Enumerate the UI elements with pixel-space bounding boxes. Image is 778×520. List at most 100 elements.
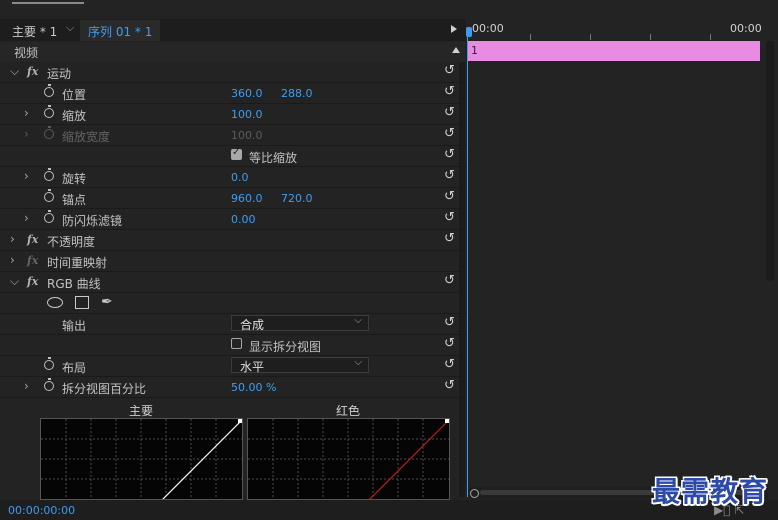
chevron-down-icon[interactable]: ⌵ — [10, 274, 19, 289]
chevron-right-icon[interactable]: › — [10, 253, 15, 267]
stopwatch-icon[interactable] — [44, 84, 54, 97]
chevron-right-icon[interactable]: › — [24, 211, 29, 225]
stopwatch-icon[interactable] — [44, 357, 54, 370]
anchor-y-value[interactable]: 720.0 — [281, 192, 313, 205]
active-panel-indicator — [12, 2, 84, 4]
section-video: 视频 — [0, 42, 466, 62]
chevron-right-icon: › — [24, 127, 29, 141]
reset-icon[interactable]: ↺ — [444, 211, 458, 225]
reset-icon[interactable]: ↺ — [444, 127, 458, 141]
chevron-right-icon[interactable]: › — [24, 169, 29, 183]
stopwatch-icon[interactable] — [44, 189, 54, 202]
reset-icon[interactable]: ↺ — [444, 106, 458, 120]
tab-sequence-clip[interactable]: 序列 01 * 1 — [80, 20, 160, 41]
output-dropdown[interactable]: 合成 ⌵ — [231, 315, 369, 332]
effect-row-motion[interactable]: ⌵ fx 运动 ↺ — [0, 62, 466, 83]
uniform-scale-checkbox[interactable] — [231, 147, 242, 160]
anti-flicker-value[interactable]: 0.00 — [231, 213, 256, 226]
chevron-right-icon[interactable]: › — [10, 232, 15, 246]
timeline-tick — [590, 34, 591, 40]
reset-icon[interactable]: ↺ — [444, 379, 458, 393]
uniform-scale-label: 等比缩放 — [249, 151, 298, 165]
reset-icon[interactable]: ↺ — [444, 169, 458, 183]
property-row-scale: › 缩放 100.0 ↺ — [0, 104, 466, 125]
reset-icon[interactable]: ↺ — [444, 232, 458, 246]
rotation-value[interactable]: 0.0 — [231, 171, 249, 184]
property-label-scale: 缩放 — [62, 109, 87, 123]
timeline-end-time: 00:00 — [730, 22, 762, 35]
reset-icon[interactable]: ↺ — [444, 190, 458, 204]
reset-icon[interactable]: ↺ — [444, 337, 458, 351]
red-curve-graph[interactable] — [247, 418, 450, 500]
master-curve-line — [162, 420, 242, 499]
chevron-right-icon[interactable]: › — [24, 106, 29, 120]
playhead-handle[interactable] — [466, 27, 472, 37]
timeline-vertical-scrollbar[interactable] — [766, 41, 774, 281]
effect-label-time-remap: 时间重映射 — [47, 256, 108, 270]
effect-label-opacity: 不透明度 — [47, 235, 96, 249]
property-row-show-split: 显示拆分视图 ↺ — [0, 335, 466, 356]
layout-dropdown[interactable]: 水平 ⌵ — [231, 357, 369, 374]
timeline-tick — [650, 34, 651, 40]
property-row-anti-flicker: › 防闪烁滤镜 0.00 ↺ — [0, 209, 466, 230]
master-curve-graph[interactable] — [40, 418, 243, 500]
fx-icon: fx — [27, 254, 39, 267]
chevron-right-icon[interactable]: › — [24, 379, 29, 393]
stopwatch-icon[interactable] — [44, 378, 54, 391]
pen-mask-icon[interactable]: ✒ — [101, 294, 113, 310]
chevron-down-icon[interactable]: ⌵ — [66, 21, 74, 35]
zoom-handle-icon[interactable] — [470, 489, 479, 498]
position-x-value[interactable]: 360.0 — [231, 87, 263, 100]
tab-sequence-label: 序列 01 * 1 — [88, 25, 153, 39]
property-label-anchor: 锚点 — [62, 193, 87, 207]
fx-icon[interactable]: fx — [27, 275, 38, 288]
chevron-down-icon[interactable]: ⌵ — [10, 64, 19, 79]
show-split-checkbox[interactable] — [231, 338, 242, 349]
timeline-tick — [710, 34, 711, 40]
timeline-start-time: 00:00 — [472, 22, 504, 35]
ellipse-mask-icon[interactable] — [47, 297, 63, 308]
reset-icon[interactable]: ↺ — [444, 358, 458, 372]
current-timecode[interactable]: 00:00:00:00 — [8, 504, 75, 517]
property-label-position: 位置 — [62, 88, 87, 102]
curve-title-red: 红色 — [336, 404, 361, 418]
playhead-line[interactable] — [467, 37, 468, 497]
curve-point-handle — [445, 419, 449, 423]
scroll-up-icon[interactable] — [452, 47, 460, 53]
red-curve-line — [369, 420, 449, 499]
property-label-scale-width: 缩放宽度 — [62, 130, 111, 144]
anchor-x-value[interactable]: 960.0 — [231, 192, 263, 205]
stopwatch-icon[interactable] — [44, 105, 54, 118]
fx-icon[interactable]: fx — [27, 233, 38, 246]
output-dropdown-value: 合成 — [240, 318, 265, 332]
effect-row-rgb-curves[interactable]: ⌵ fx RGB 曲线 ↺ — [0, 272, 466, 293]
property-label-output: 输出 — [62, 319, 87, 333]
reset-icon[interactable]: ↺ — [444, 148, 458, 162]
layout-dropdown-value: 水平 — [240, 360, 265, 374]
reset-icon[interactable]: ↺ — [444, 316, 458, 330]
timeline-clip[interactable]: 1 — [468, 41, 760, 61]
effect-label-motion: 运动 — [47, 67, 72, 81]
tab-master-clip[interactable]: 主要 * 1 — [12, 23, 57, 40]
property-row-anchor: 锚点 960.0 720.0 ↺ — [0, 188, 466, 209]
stopwatch-icon — [44, 126, 54, 139]
property-row-position: 位置 360.0 288.0 ↺ — [0, 83, 466, 104]
position-y-value[interactable]: 288.0 — [281, 87, 313, 100]
mask-tools-row — [0, 293, 466, 314]
reset-icon[interactable]: ↺ — [444, 85, 458, 99]
split-percent-value[interactable]: 50.00 % — [231, 381, 276, 394]
play-only-icon[interactable] — [451, 25, 457, 33]
property-label-anti-flicker: 防闪烁滤镜 — [62, 214, 123, 228]
reset-icon[interactable]: ↺ — [444, 274, 458, 288]
effect-row-time-remap[interactable]: › fx 时间重映射 — [0, 251, 466, 272]
scale-value[interactable]: 100.0 — [231, 108, 263, 121]
stopwatch-icon[interactable] — [44, 210, 54, 223]
effect-row-opacity[interactable]: › fx 不透明度 ↺ — [0, 230, 466, 251]
timeline-tick — [530, 34, 531, 40]
stopwatch-icon[interactable] — [44, 168, 54, 181]
rectangle-mask-icon[interactable] — [75, 296, 89, 309]
reset-icon[interactable]: ↺ — [444, 64, 458, 78]
property-label-split-percent: 拆分视图百分比 — [62, 382, 147, 396]
chevron-down-icon: ⌵ — [354, 357, 362, 368]
fx-icon[interactable]: fx — [27, 65, 38, 78]
